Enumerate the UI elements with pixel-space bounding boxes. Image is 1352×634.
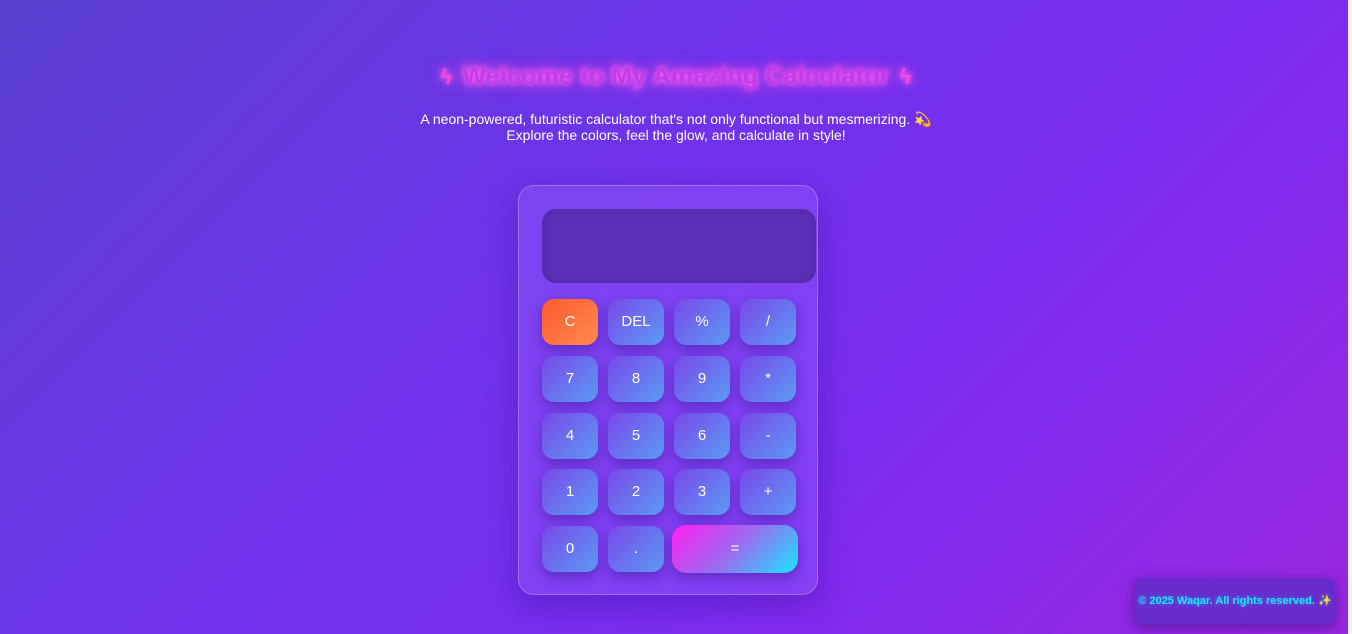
page-title: ϟ Welcome to My Amazing Calculator ϟ [0,56,1352,97]
footer-copyright: © 2025 Waqar. All rights reserved. ✨ [1135,578,1335,624]
digit-5-button[interactable]: 5 [608,413,664,459]
digit-1-button[interactable]: 1 [542,469,598,515]
add-button[interactable]: + [740,469,796,515]
subtitle-line-2: Explore the colors, feel the glow, and c… [506,127,846,143]
digit-4-button[interactable]: 4 [542,413,598,459]
digit-2-button[interactable]: 2 [608,469,664,515]
header: ϟ Welcome to My Amazing Calculator ϟ A neo… [0,56,1352,143]
delete-button[interactable]: DEL [608,299,664,345]
calculator-display [542,209,816,283]
digit-7-button[interactable]: 7 [542,356,598,402]
page-subtitle: A neon-powered, futuristic calculator th… [376,111,976,143]
multiply-button[interactable]: * [740,356,796,402]
digit-0-button[interactable]: 0 [542,526,598,572]
subtract-button[interactable]: - [740,413,796,459]
digit-8-button[interactable]: 8 [608,356,664,402]
decimal-button[interactable]: . [608,526,664,572]
digit-3-button[interactable]: 3 [674,469,730,515]
divide-button[interactable]: / [740,299,796,345]
lightning-bolt-icon: ϟ [899,64,912,89]
clear-button[interactable]: C [542,299,598,345]
subtitle-line-1: A neon-powered, futuristic calculator th… [420,111,932,127]
percent-button[interactable]: % [674,299,730,345]
digit-9-button[interactable]: 9 [674,356,730,402]
equals-button[interactable]: = [672,525,798,573]
calculator: C DEL % / 7 8 9 * 4 5 6 - 1 2 3 + 0 . = [518,185,818,595]
lightning-bolt-icon: ϟ [440,64,453,89]
digit-6-button[interactable]: 6 [674,413,730,459]
page-title-text: Welcome to My Amazing Calculator [462,62,890,90]
